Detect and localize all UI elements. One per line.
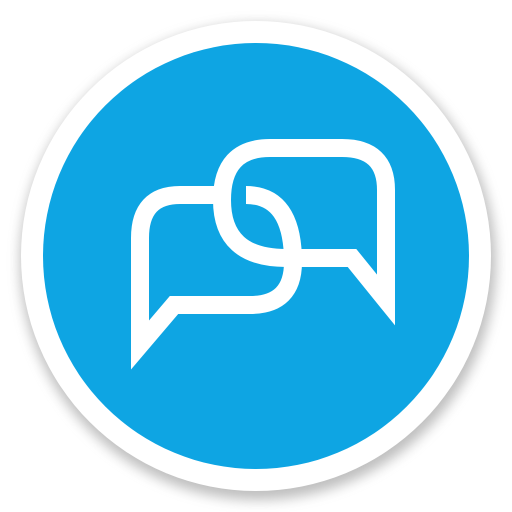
- app-icon[interactable]: [0, 0, 512, 512]
- app-icon-graphic: [20, 21, 496, 500]
